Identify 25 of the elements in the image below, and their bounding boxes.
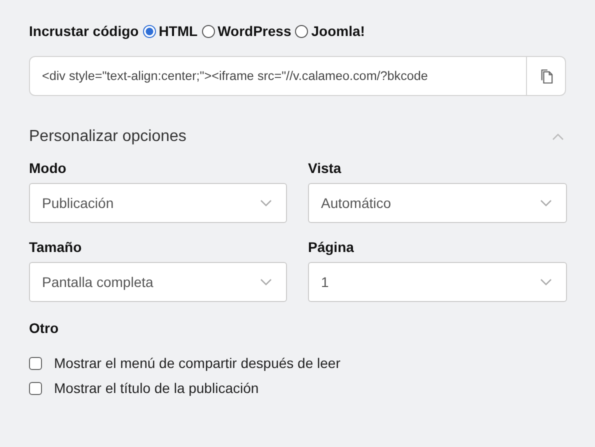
- radio-label[interactable]: HTML: [158, 23, 198, 39]
- format-radio[interactable]: [295, 24, 308, 38]
- checkbox[interactable]: [29, 382, 42, 394]
- field-label: Modo: [29, 160, 68, 176]
- section-title[interactable]: Personalizar opciones: [29, 128, 186, 146]
- chevron-icon: [540, 199, 552, 207]
- select-field[interactable]: Publicación: [29, 183, 287, 223]
- field-label: Vista: [308, 160, 342, 176]
- field-label: Otro: [29, 320, 60, 336]
- checkbox-label[interactable]: Mostrar el menú de compartir después de leer: [54, 355, 340, 371]
- format-radio[interactable]: [202, 24, 215, 38]
- checkbox-label[interactable]: Mostrar el título de la publicación: [54, 380, 259, 396]
- select-field[interactable]: 1: [308, 262, 567, 302]
- format-radio[interactable]: [142, 24, 156, 38]
- radio-label[interactable]: WordPress: [218, 23, 292, 39]
- radio-label[interactable]: Joomla!: [311, 23, 365, 39]
- chevron-icon: [260, 199, 272, 207]
- field-label: Página: [308, 239, 355, 255]
- chevron-icon: [260, 278, 272, 286]
- checkbox[interactable]: [29, 356, 42, 370]
- select-field[interactable]: Automático: [308, 183, 567, 223]
- chevron-icon: [540, 278, 552, 286]
- field-label: Tamaño: [29, 239, 83, 255]
- select-field[interactable]: Pantalla completa: [29, 262, 287, 302]
- embed-label: Incrustar código: [29, 23, 139, 39]
